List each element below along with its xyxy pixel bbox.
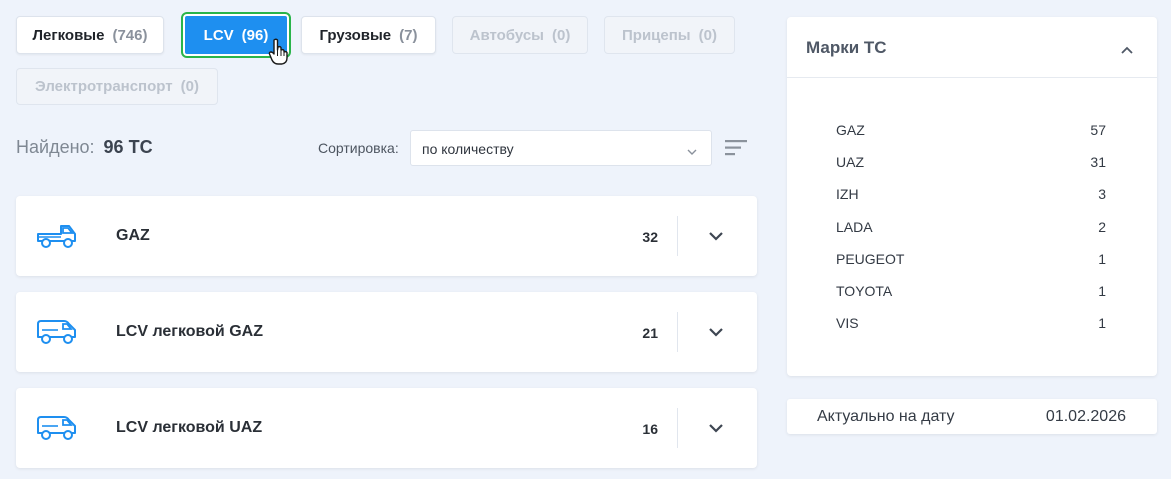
van-icon (36, 318, 78, 351)
brand-count: 1 (1098, 283, 1106, 299)
chevron-down-icon[interactable] (708, 324, 724, 342)
panel-title: Марки ТС (806, 38, 887, 57)
group-card[interactable]: LCV легковой GAZ 21 (16, 292, 757, 372)
brand-name: GAZ (836, 122, 865, 138)
tab-count: (96) (241, 26, 269, 44)
brand-name: VIS (836, 315, 859, 331)
brand-count: 3 (1098, 186, 1106, 202)
brand-name: PEUGEOT (836, 251, 905, 267)
group-count: 21 (642, 325, 658, 341)
brand-count: 1 (1098, 251, 1106, 267)
brand-item[interactable]: UAZ 31 (836, 154, 1106, 174)
chevron-down-icon (687, 143, 697, 159)
group-name: LCV легковой GAZ (116, 323, 263, 340)
tab-buses: Автобусы (0) (452, 16, 588, 54)
brand-count: 2 (1098, 219, 1106, 235)
tab-lcv[interactable]: LCV (96) (183, 14, 289, 56)
van-icon (36, 414, 78, 447)
tab-passenger[interactable]: Легковые (746) (16, 16, 164, 54)
sort-selected-value: по количеству (422, 141, 514, 157)
brand-item[interactable]: TOYOTA 1 (836, 283, 1106, 303)
chevron-down-icon[interactable] (708, 420, 724, 438)
brand-count: 57 (1090, 122, 1106, 138)
tab-label: Грузовые (319, 26, 392, 44)
divider (787, 77, 1157, 78)
tab-count: (0) (180, 78, 199, 95)
group-card[interactable]: LCV легковой UAZ 16 (16, 388, 757, 468)
sort-select[interactable]: по количеству (410, 130, 712, 166)
sort-label: Сортировка: (318, 140, 399, 156)
pickup-truck-icon (36, 222, 78, 255)
tab-count: (746) (112, 26, 148, 44)
brand-count: 1 (1098, 315, 1106, 331)
brand-count: 31 (1090, 154, 1106, 170)
tab-count: (0) (552, 26, 571, 44)
group-card[interactable]: GAZ 32 (16, 196, 757, 276)
found-value: 96 ТС (103, 137, 153, 157)
divider (677, 408, 678, 448)
brand-item[interactable]: PEUGEOT 1 (836, 251, 1106, 271)
brands-panel: Марки ТС GAZ 57 UAZ 31 IZH 3 LADA 2 PEUG… (787, 17, 1157, 376)
tab-electric: Электротранспорт (0) (16, 68, 218, 105)
sort-order-icon[interactable] (724, 138, 748, 163)
group-count: 32 (642, 229, 658, 245)
tab-count: (0) (698, 26, 717, 44)
brand-name: IZH (836, 186, 859, 202)
group-count: 16 (642, 421, 658, 437)
tab-label: Легковые (32, 26, 105, 44)
found-count: Найдено: 96 ТС (16, 137, 153, 158)
brand-item[interactable]: IZH 3 (836, 186, 1106, 206)
tab-trucks[interactable]: Грузовые (7) (301, 16, 436, 54)
tab-trailers: Прицепы (0) (604, 16, 735, 54)
brand-name: TOYOTA (836, 283, 893, 299)
divider (677, 312, 678, 352)
actual-date-box: Актуально на дату 01.02.2026 (787, 399, 1157, 434)
tab-label: Прицепы (622, 26, 691, 44)
chevron-up-icon[interactable] (1121, 41, 1133, 59)
chevron-down-icon[interactable] (708, 228, 724, 246)
actual-date-label: Актуально на дату (817, 408, 955, 425)
group-name: GAZ (116, 227, 150, 244)
tab-label: LCV (203, 26, 234, 44)
tab-count: (7) (399, 26, 418, 44)
tab-label: Автобусы (469, 26, 544, 44)
brand-name: LADA (836, 219, 873, 235)
brand-item[interactable]: GAZ 57 (836, 122, 1106, 142)
group-name: LCV легковой UAZ (116, 419, 263, 436)
actual-date-value: 01.02.2026 (1045, 408, 1126, 425)
brand-item[interactable]: VIS 1 (836, 315, 1106, 335)
brand-item[interactable]: LADA 2 (836, 219, 1106, 239)
brand-name: UAZ (836, 154, 864, 170)
found-label: Найдено: (16, 137, 95, 157)
divider (677, 216, 678, 256)
tab-label: Электротранспорт (35, 78, 173, 95)
